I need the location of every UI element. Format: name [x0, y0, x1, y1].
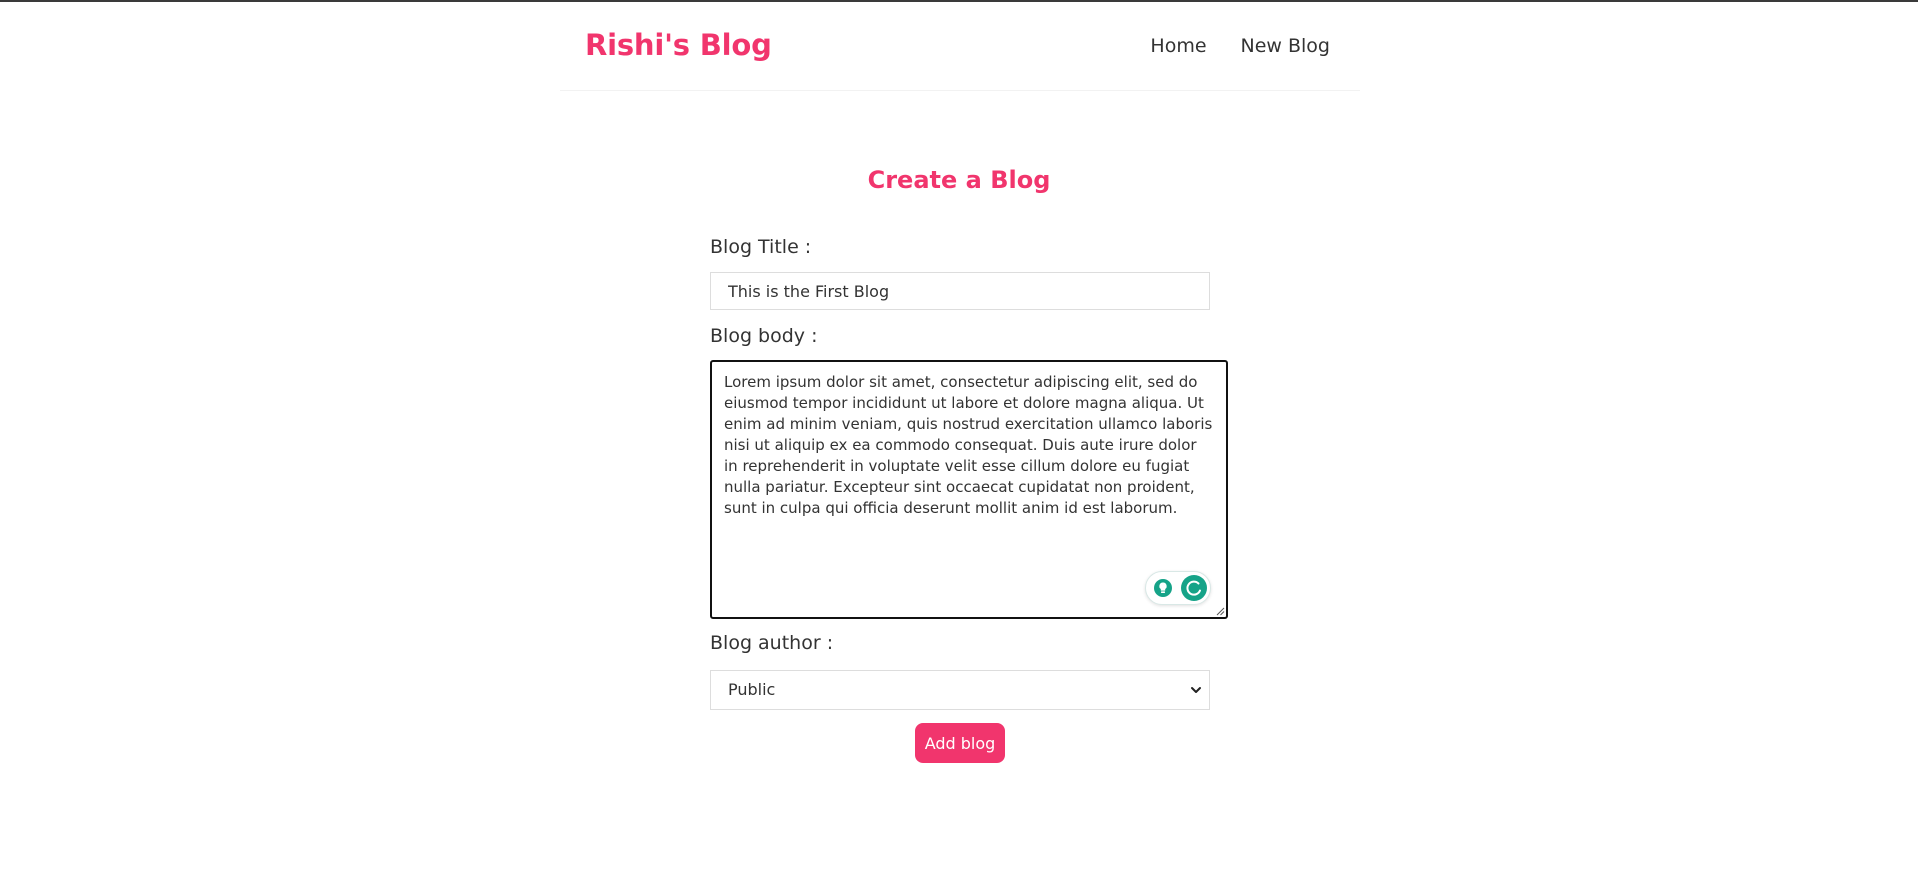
nav-links: Home New Blog — [1116, 35, 1330, 57]
blog-author-label: Blog author : — [710, 632, 834, 654]
site-brand[interactable]: Rishi's Blog — [585, 28, 772, 62]
resize-handle-icon[interactable] — [1215, 606, 1225, 616]
blog-author-select[interactable]: Public — [710, 670, 1210, 710]
writing-assistant-icon[interactable] — [1181, 575, 1207, 601]
blog-body-label: Blog body : — [710, 325, 818, 347]
blog-title-label: Blog Title : — [710, 236, 812, 258]
blog-author-selected-value: Public — [728, 680, 776, 699]
nav-link-new-blog[interactable]: New Blog — [1241, 35, 1330, 57]
page-title: Create a Blog — [867, 166, 1051, 194]
blog-body-field: Lorem ipsum dolor sit amet, consectetur … — [710, 360, 1228, 619]
add-blog-button[interactable]: Add blog — [915, 723, 1005, 763]
chevron-down-icon — [1191, 687, 1201, 693]
lightbulb-icon[interactable] — [1153, 578, 1173, 598]
blog-title-input[interactable] — [710, 272, 1210, 310]
writing-assistant-widget[interactable] — [1145, 571, 1211, 605]
navbar: Rishi's Blog Home New Blog — [560, 2, 1360, 91]
nav-link-home[interactable]: Home — [1150, 35, 1206, 57]
